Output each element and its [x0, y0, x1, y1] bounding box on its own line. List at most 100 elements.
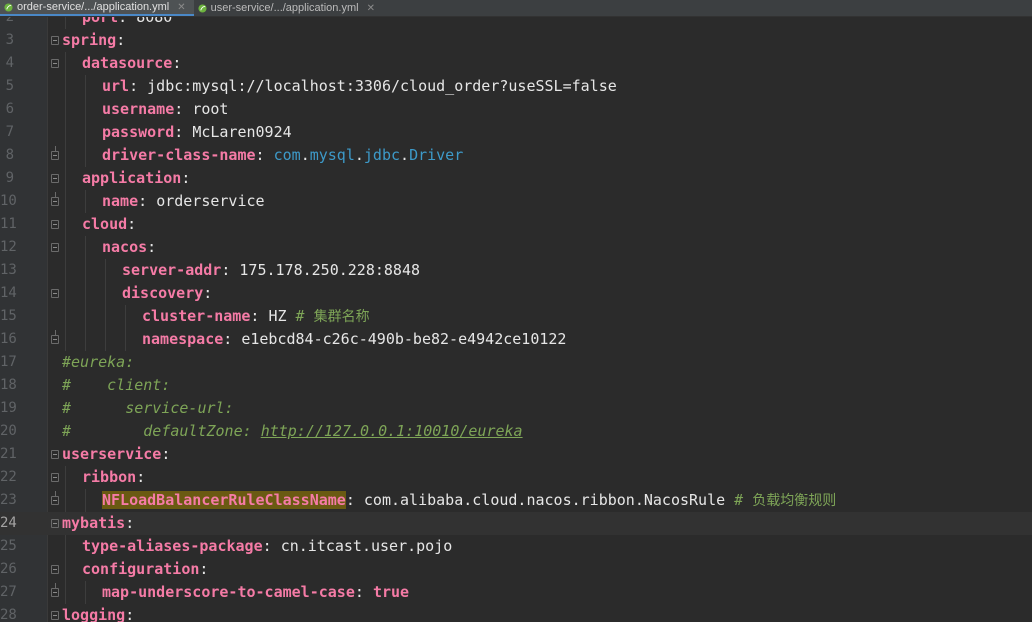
code-text: logging: [62, 604, 134, 622]
fold-toggle-icon[interactable] [51, 220, 59, 229]
fold-toggle-icon[interactable] [51, 243, 59, 252]
punctuation: : [345, 491, 364, 509]
line-number: 7 [5, 124, 14, 140]
code-line[interactable]: 26 configuration: [0, 558, 1032, 581]
yaml-key: ribbon [82, 468, 137, 486]
code-line[interactable]: 13 server-addr: 175.178.250.228:8848 [0, 259, 1032, 282]
indent-guide [105, 305, 106, 328]
code-line[interactable]: 11 cloud: [0, 213, 1032, 236]
fold-end-icon[interactable] [51, 146, 59, 160]
yaml-key: configuration [82, 560, 200, 578]
fold-toggle-icon[interactable] [51, 289, 59, 298]
code-line[interactable]: 6 username: root [0, 98, 1032, 121]
punctuation: : [127, 215, 137, 233]
code-line[interactable]: 27 map-underscore-to-camel-case: true [0, 581, 1032, 604]
comment: # [734, 491, 753, 509]
fold-toggle-icon[interactable] [51, 36, 59, 45]
code-line[interactable]: 5 url: jdbc:mysql://localhost:3306/cloud_… [0, 75, 1032, 98]
code-line[interactable]: 23 NFLoadBalancerRuleClassName: com.aliba… [0, 489, 1032, 512]
code-line[interactable]: 4 datasource: [0, 52, 1032, 75]
punctuation: : [172, 54, 182, 72]
yaml-key: port [82, 17, 119, 26]
yaml-key: server-addr [122, 261, 222, 279]
indent-guide [65, 190, 66, 213]
line-number: 20 [0, 423, 17, 439]
indent-guide [65, 282, 66, 305]
close-icon[interactable]: ✕ [367, 3, 375, 14]
code-line[interactable]: 2 port: 8080 [0, 17, 1032, 29]
yaml-key: driver-class-name [102, 146, 256, 164]
indent-guide [105, 328, 106, 351]
line-number: 27 [0, 584, 17, 600]
fold-toggle-icon[interactable] [51, 473, 59, 482]
code-text: configuration: [82, 558, 208, 581]
package-segment: Driver [409, 146, 464, 164]
fold-toggle-icon[interactable] [51, 174, 59, 183]
url-link[interactable]: http://127.0.0.1:10010/eureka [261, 422, 523, 440]
fold-toggle-icon[interactable] [51, 611, 59, 620]
yaml-key: cloud [82, 215, 128, 233]
indent-guide [105, 259, 106, 282]
code-line[interactable]: 10 name: orderservice [0, 190, 1032, 213]
fold-toggle-icon[interactable] [51, 519, 59, 528]
fold-end-icon[interactable] [51, 192, 59, 206]
indent-guide [85, 190, 86, 213]
yaml-key: password [102, 123, 175, 141]
code-lines[interactable]: 2 port: 8080 3 spring: 4 datasource: 5 url: jdb… [0, 17, 1032, 622]
yaml-key: namespace [142, 330, 224, 348]
code-line[interactable]: 14 discovery: [0, 282, 1032, 305]
code-line[interactable]: 3 spring: [0, 29, 1032, 52]
indent-guide [65, 213, 66, 236]
punctuation: . [354, 146, 364, 164]
code-line[interactable]: 28 logging: [0, 604, 1032, 622]
code-line[interactable]: 7 password: McLaren0924 [0, 121, 1032, 144]
yaml-value: orderservice [156, 192, 265, 210]
line-number: 5 [5, 78, 14, 94]
indent-guide [85, 75, 86, 98]
code-text: driver-class-name: com.mysql.jdbc.Driver [102, 144, 463, 167]
comment: # [295, 307, 314, 325]
code-line[interactable]: 17 #eureka: [0, 351, 1032, 374]
yaml-key: userservice [62, 445, 162, 463]
comment: # client: [62, 376, 171, 394]
fold-toggle-icon[interactable] [51, 565, 59, 574]
code-text: # defaultZone: http://127.0.0.1:10010/eu… [62, 420, 523, 443]
code-line[interactable]: 22 ribbon: [0, 466, 1032, 489]
punctuation: : [125, 606, 135, 622]
yaml-key: spring [62, 31, 117, 49]
code-text: mybatis: [62, 512, 134, 535]
fold-end-icon[interactable] [51, 330, 59, 344]
line-number: 2 [5, 17, 14, 25]
tab-user-service-application-yml[interactable]: user-service/.../application.yml ✕ [194, 0, 383, 16]
indent-guide [65, 581, 66, 604]
code-text: namespace: e1ebcd84-c26c-490b-be82-e4942… [142, 328, 566, 351]
code-text: server-addr: 175.178.250.228:8848 [122, 259, 420, 282]
punctuation: : [181, 169, 191, 187]
fold-end-icon[interactable] [51, 491, 59, 505]
code-line[interactable]: 19 # service-url: [0, 397, 1032, 420]
tab-order-service-application-yml[interactable]: order-service/.../application.yml ✕ [0, 0, 194, 16]
code-line[interactable]: 15 cluster-name: HZ # 集群名称 [0, 305, 1032, 328]
fold-end-icon[interactable] [51, 583, 59, 597]
code-text: nacos: [102, 236, 156, 259]
code-editor[interactable]: 2 port: 8080 3 spring: 4 datasource: 5 url: jdb… [0, 17, 1032, 622]
line-number: 26 [0, 561, 17, 577]
indent-guide [85, 144, 86, 167]
code-line[interactable]: 8 driver-class-name: com.mysql.jdbc.Drive… [0, 144, 1032, 167]
punctuation: . [400, 146, 410, 164]
code-line[interactable]: 16 namespace: e1ebcd84-c26c-490b-be82-e49… [0, 328, 1032, 351]
code-line[interactable]: 9 application: [0, 167, 1032, 190]
code-line[interactable]: 20 # defaultZone: http://127.0.0.1:10010/… [0, 420, 1032, 443]
indent-guide [125, 305, 126, 328]
code-line[interactable]: 18 # client: [0, 374, 1032, 397]
code-line[interactable]: 25 type-aliases-package: cn.itcast.user.p… [0, 535, 1032, 558]
yaml-key: datasource [82, 54, 173, 72]
code-line[interactable]: 24 mybatis: [0, 512, 1032, 535]
close-icon[interactable]: ✕ [177, 2, 185, 13]
code-line[interactable]: 21 userservice: [0, 443, 1032, 466]
fold-toggle-icon[interactable] [51, 450, 59, 459]
editor-tab-bar: order-service/.../application.yml ✕ user… [0, 0, 1032, 17]
code-line[interactable]: 12 nacos: [0, 236, 1032, 259]
fold-toggle-icon[interactable] [51, 59, 59, 68]
punctuation: : [174, 100, 193, 118]
